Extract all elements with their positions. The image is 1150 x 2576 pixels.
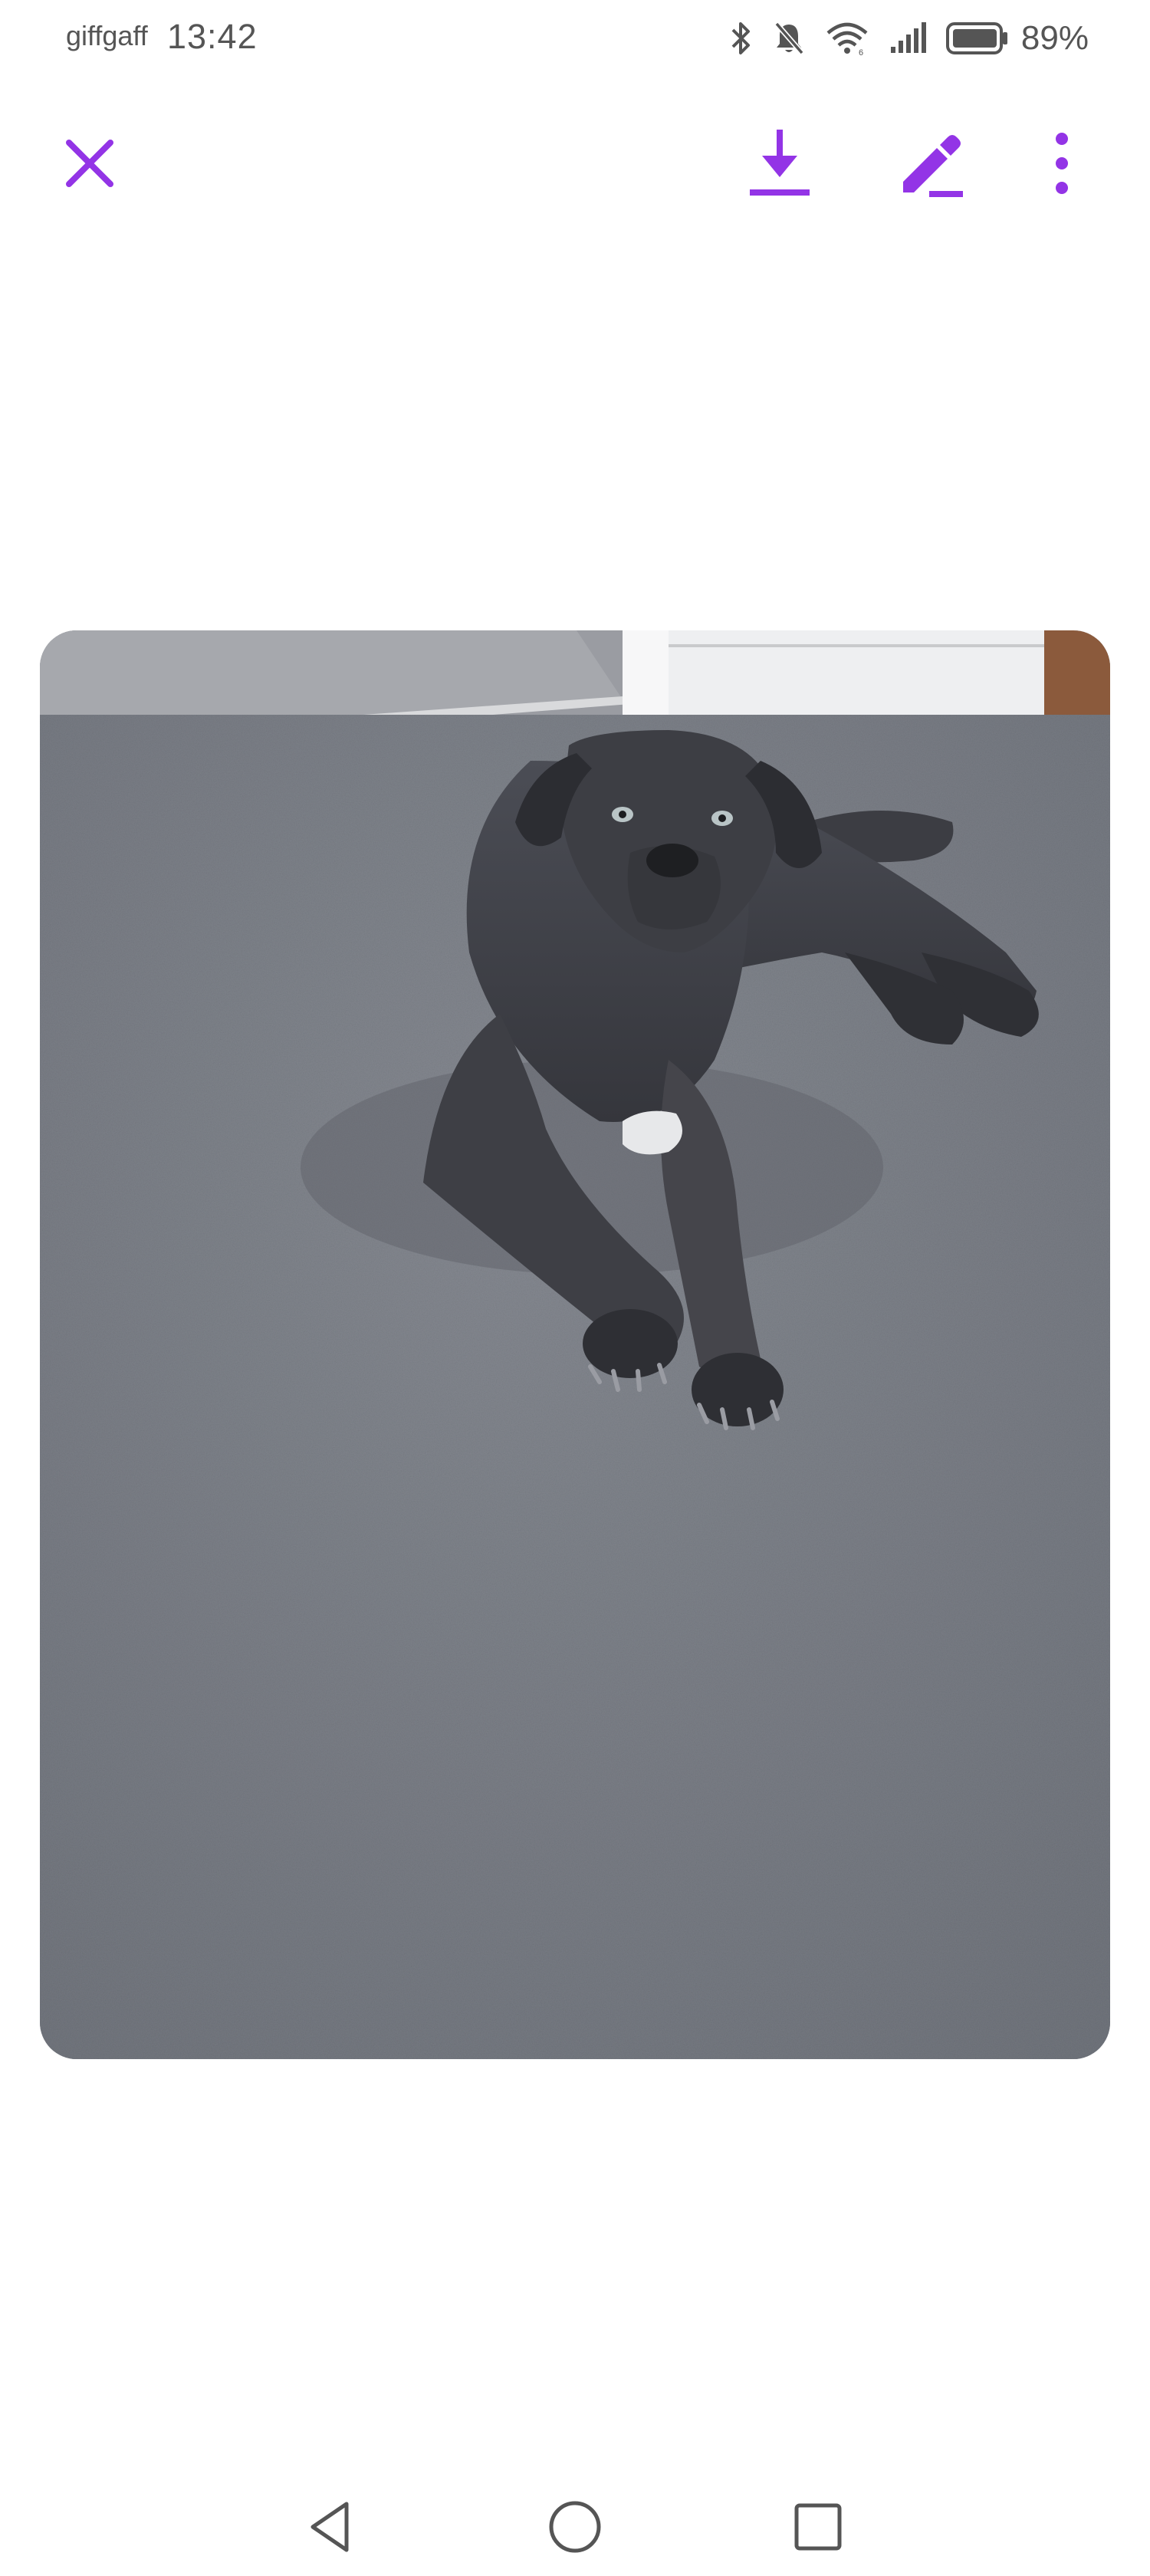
nav-back-button[interactable]: [295, 2494, 364, 2563]
edit-button[interactable]: [889, 123, 974, 207]
more-vert-icon: [1053, 131, 1071, 199]
recents-icon: [793, 2502, 843, 2556]
carrier-name: giffgaff: [66, 20, 148, 51]
close-button[interactable]: [48, 123, 132, 207]
wifi-icon: 6: [825, 21, 869, 56]
close-icon: [63, 137, 117, 194]
status-bar: giffgaff 13:42 6 89%: [0, 0, 1150, 81]
back-icon: [305, 2499, 354, 2558]
signal-icon: [889, 21, 926, 56]
edit-icon: [897, 127, 966, 204]
screen: giffgaff 13:42 6 89%: [0, 0, 1150, 2576]
battery-percentage: 89%: [1020, 19, 1089, 57]
status-icons: 6 89%: [730, 17, 1089, 60]
battery-icon: [945, 21, 1009, 56]
svg-text:6: 6: [859, 48, 863, 56]
notifications-off-icon: [773, 21, 805, 56]
more-options-button[interactable]: [1020, 123, 1104, 207]
home-icon: [547, 2499, 603, 2558]
photo: [40, 630, 1110, 2059]
nav-home-button[interactable]: [540, 2494, 610, 2563]
download-icon: [747, 127, 813, 204]
navigation-bar: [0, 2454, 1150, 2576]
status-time: 13:42: [167, 17, 258, 56]
nav-recents-button[interactable]: [784, 2494, 853, 2563]
download-button[interactable]: [738, 123, 822, 207]
photo-viewer[interactable]: [40, 630, 1110, 2059]
viewer-toolbar: [0, 123, 1150, 222]
bluetooth-icon: [730, 21, 753, 56]
